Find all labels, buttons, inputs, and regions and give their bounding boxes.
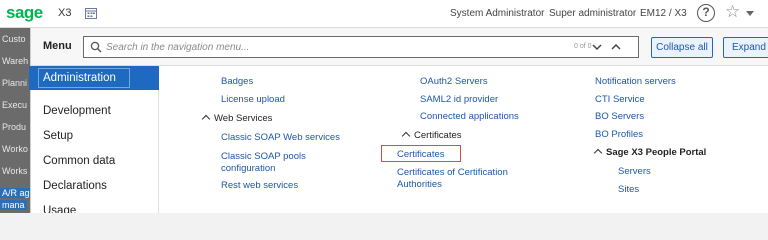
background-nav-item[interactable]: Works [2,166,27,176]
menu-link-rest-web-services[interactable]: Rest web services [221,180,298,192]
endpoint-folder[interactable]: EM12 / X3 [640,8,687,19]
category-label: Setup [43,130,74,142]
category-setup[interactable]: Setup [31,124,159,148]
menu-link-servers[interactable]: Servers [618,166,651,178]
product-name: X3 [58,7,72,19]
menu-link-classic-soap[interactable]: Classic SOAP Web services [221,132,340,144]
focus-frame [38,68,130,88]
menu-link-certification-authorities[interactable]: Certificates of Certification [397,167,508,179]
category-usage[interactable]: Usage [31,199,159,213]
menu-link-bo-profiles[interactable]: BO Profiles [595,129,643,141]
menu-header: Menu 0 of 0 Collapse all Expand all [31,28,768,66]
menu-link-license-upload[interactable]: License upload [221,94,285,106]
background-nav-item[interactable]: A/R ag [0,188,32,198]
search-result-count: 0 of 0 [574,43,592,50]
group-label: Sage X3 People Portal [606,147,707,158]
background-nav-strip: Custo Wareh Planni Execu Produ Worko Wor… [0,28,32,213]
menu-link-classic-soap-pools[interactable]: Classic SOAP pools [221,151,306,163]
menu-title: Menu [43,40,72,52]
menu-link-classic-soap-pools-line2[interactable]: configuration [221,163,275,175]
menu-link-saml2-provider[interactable]: SAML2 id provider [420,94,498,106]
category-list: Administration Development Setup Common … [29,66,159,213]
navigation-menu-panel: Menu 0 of 0 Collapse all Expand all [29,28,768,213]
top-bar: sage X3 System Administrator Super admin… [0,0,768,28]
background-nav-item[interactable]: Wareh [2,56,28,66]
menu-link-notification-servers[interactable]: Notification servers [595,76,676,88]
background-nav-item[interactable]: Custo [2,34,26,44]
menu-link-oauth2-servers[interactable]: OAuth2 Servers [420,76,488,88]
background-nav-item[interactable]: Worko [2,144,28,154]
category-label: Development [43,105,111,117]
collapse-all-button[interactable]: Collapse all [651,37,713,58]
chevron-up-icon [593,148,603,158]
group-people-portal[interactable]: Sage X3 People Portal [593,147,707,159]
menu-link-bo-servers[interactable]: BO Servers [595,111,644,123]
group-web-services[interactable]: Web Services [201,113,273,125]
help-icon[interactable]: ? [697,4,715,22]
sage-logo[interactable]: sage [6,3,43,23]
star-icon[interactable]: ☆ [725,3,740,21]
background-nav-item[interactable]: mana [0,200,27,210]
category-administration[interactable]: Administration [29,66,159,90]
user-name[interactable]: System Administrator [450,8,544,19]
search-input[interactable] [106,40,546,55]
search-icon [90,41,102,53]
category-label: Declarations [43,180,107,192]
group-label: Web Services [214,113,273,124]
menu-link-sites[interactable]: Sites [618,184,639,196]
menu-link-cti-service[interactable]: CTI Service [595,94,645,106]
group-label: Certificates [414,130,462,141]
chevron-up-icon[interactable] [609,40,623,54]
chevron-down-icon[interactable] [746,11,754,16]
chevron-up-icon [201,114,211,124]
user-role[interactable]: Super administrator [549,8,636,19]
calendar-icon[interactable] [85,7,97,19]
app-window: sage X3 System Administrator Super admin… [0,0,768,213]
search-box[interactable]: 0 of 0 [83,36,639,58]
category-development[interactable]: Development [31,99,159,123]
menu-link-certification-authorities-line2[interactable]: Authorities [397,179,442,191]
chevron-down-icon[interactable] [590,40,604,54]
background-nav-item[interactable]: Execu [2,100,27,110]
category-label: Usage [43,205,77,213]
group-certificates[interactable]: Certificates [401,130,462,142]
menu-link-badges[interactable]: Badges [221,76,253,88]
category-label: Common data [43,155,116,167]
category-declarations[interactable]: Declarations [31,174,159,198]
background-nav-item[interactable]: Planni [2,78,27,88]
chevron-up-icon [401,131,411,141]
menu-content: Badges License upload Web Services Class… [159,66,768,213]
menu-link-connected-applications[interactable]: Connected applications [420,111,519,123]
category-common-data[interactable]: Common data [31,149,159,173]
expand-all-button[interactable]: Expand all [723,37,768,58]
background-nav-item[interactable]: Produ [2,122,26,132]
menu-link-certificates[interactable]: Certificates [397,149,445,161]
